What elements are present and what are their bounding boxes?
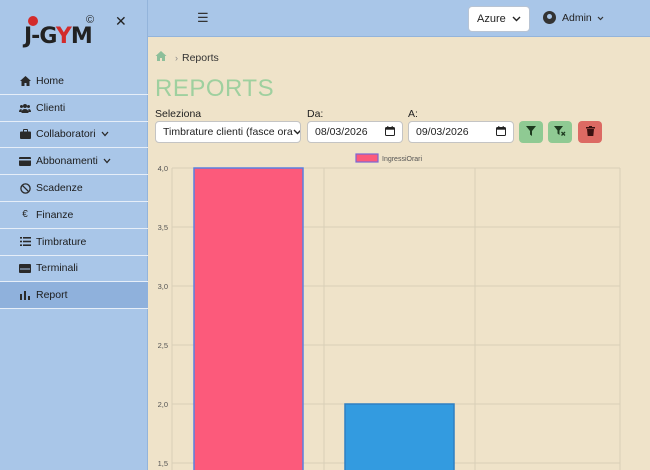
y-tick-label: 2,5 [158, 341, 168, 350]
hamburger-menu-icon[interactable]: ☰ [197, 10, 209, 26]
terminal-icon [18, 263, 32, 273]
theme-select[interactable]: Azure [468, 6, 530, 32]
sidebar-item-abbonamenti[interactable]: Abbonamenti [0, 148, 148, 176]
sidebar-item-clienti[interactable]: Clienti [0, 95, 148, 122]
from-date-value: 08/03/2026 [315, 126, 368, 138]
close-sidebar-icon[interactable]: ✕ [115, 13, 127, 30]
sidebar-item-label: Timbrature [36, 235, 87, 248]
y-tick-label: 3,5 [158, 223, 168, 232]
ban-icon [18, 182, 32, 194]
sidebar-item-finanze[interactable]: € Finanze [0, 202, 148, 229]
sidebar-item-label: Clienti [36, 101, 66, 114]
chevron-down-icon [597, 12, 604, 24]
chevron-down-icon [103, 156, 111, 166]
briefcase-icon [18, 129, 32, 140]
sidebar-item-home[interactable]: Home [0, 68, 148, 95]
home-icon[interactable] [155, 51, 167, 64]
user-menu[interactable]: Admin [543, 11, 604, 24]
euro-icon: € [22, 209, 28, 221]
sidebar-item-label: Terminali [36, 262, 79, 275]
filter-icon [526, 125, 536, 139]
calendar-icon[interactable] [385, 125, 395, 139]
sidebar-item-report[interactable]: Report [0, 282, 148, 310]
y-axis-ticks: 4,0 3,5 3,0 2,5 2,0 1,5 [158, 164, 168, 468]
sidebar-item-label: Abbonamenti [36, 155, 98, 168]
sidebar-item-label: Scadenze [36, 182, 83, 195]
user-name: Admin [562, 11, 592, 24]
legend-swatch [355, 153, 379, 163]
sidebar-item-scadenze[interactable]: Scadenze [0, 175, 148, 202]
to-label: A: [408, 108, 418, 120]
delete-button[interactable] [578, 121, 602, 143]
chart-bar[interactable] [193, 167, 304, 470]
breadcrumb-current: Reports [182, 51, 219, 64]
chart-bar[interactable] [344, 403, 455, 470]
sidebar: J-GYM © ✕ Home Clienti Collaboratori Abb… [0, 0, 148, 470]
breadcrumb: › Reports [155, 51, 219, 64]
copyright-icon: © [86, 14, 95, 26]
calendar-icon[interactable] [496, 125, 506, 139]
chevron-right-icon: › [175, 52, 178, 63]
sidebar-item-label: Collaboratori [36, 128, 96, 141]
chevron-down-icon [293, 126, 300, 138]
y-tick-label: 4,0 [158, 164, 168, 173]
report-type-value: Timbrature clienti (fasce ora [163, 126, 293, 138]
users-icon [18, 103, 32, 113]
sidebar-item-label: Finanze [36, 208, 74, 221]
brand-logo: J-GYM © [24, 14, 104, 54]
clear-filter-button[interactable] [548, 121, 572, 143]
sidebar-item-collaboratori[interactable]: Collaboratori [0, 122, 148, 149]
from-label: Da: [307, 108, 324, 120]
trash-icon [585, 125, 595, 139]
chevron-down-icon [101, 129, 109, 139]
apply-filter-button[interactable] [519, 121, 543, 143]
y-tick-label: 2,0 [158, 400, 168, 409]
from-date-input[interactable]: 08/03/2026 [307, 121, 403, 143]
to-date-input[interactable]: 09/03/2026 [408, 121, 514, 143]
home-icon [18, 75, 32, 86]
top-header: ☰ Azure Admin [148, 0, 650, 37]
filter-clear-icon [554, 125, 566, 139]
chevron-down-icon [512, 13, 521, 25]
card-icon [18, 156, 32, 166]
legend-label: IngressiOrari [382, 156, 423, 163]
y-tick-label: 3,0 [158, 282, 168, 291]
sidebar-item-label: Report [36, 289, 68, 302]
sidebar-item-label: Home [36, 74, 65, 87]
select-label: Seleziona [155, 108, 202, 120]
sidebar-nav: Home Clienti Collaboratori Abbonamenti S… [0, 68, 148, 310]
list-icon [18, 237, 32, 247]
chart-legend: IngressiOrari [355, 153, 423, 163]
sidebar-item-timbrature[interactable]: Timbrature [0, 229, 148, 256]
to-date-value: 09/03/2026 [416, 126, 469, 138]
report-type-select[interactable]: Timbrature clienti (fasce ora [155, 121, 301, 143]
user-avatar-icon [543, 11, 556, 24]
page-title: REPORTS [155, 75, 275, 102]
report-chart: 4,0 3,5 3,0 2,5 2,0 1,5 IngressiOrari [158, 153, 621, 470]
y-tick-label: 1,5 [158, 459, 168, 468]
sidebar-item-terminali[interactable]: Terminali [0, 256, 148, 283]
chart-bar-icon [18, 290, 32, 300]
logo-text: J-GYM [24, 24, 93, 49]
theme-select-value: Azure [477, 13, 506, 25]
